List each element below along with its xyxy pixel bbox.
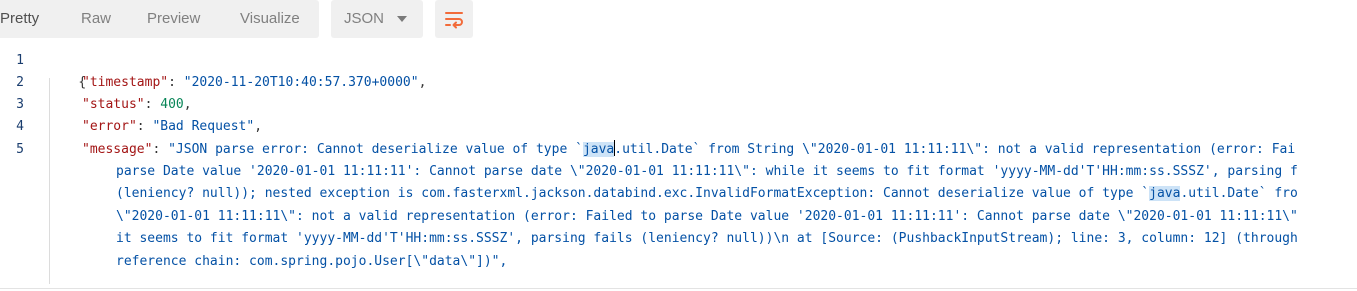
line-number: 4 [16,119,24,134]
format-select-value: JSON [344,10,385,27]
code-line-2: "timestamp": "2020-11-20T10:40:57.370+00… [82,75,427,90]
json-key: "timestamp" [82,75,169,90]
json-key: "message" [82,142,153,157]
json-string-value: .util.Date` from String \"2020-01-01 11:… [614,142,1296,157]
line-number: 3 [16,97,24,112]
code-line-5-wrap: (leniency? null)); nested exception is c… [116,183,1298,205]
code-line-3: "status": 400, [82,97,192,112]
selected-text[interactable]: java [582,142,615,157]
tab-pretty[interactable]: Pretty [0,10,39,27]
view-mode-tabs: Pretty Raw Preview Visualize [0,0,319,38]
code-line-5-wrap: it seems to fit format 'yyyy-MM-dd'T'HH:… [116,231,1298,246]
tab-raw[interactable]: Raw [81,10,111,27]
wrap-lines-button[interactable] [435,0,473,38]
code-line-5-wrap: parse Date value '2020-01-01 11:11:11': … [116,164,1298,179]
wrap-lines-icon [445,12,463,29]
tab-preview[interactable]: Preview [147,10,200,27]
response-body-editor[interactable]: 1 2 3 4 5 { "timestamp": "2020-11-20T10:… [0,50,1357,284]
code-line-5: "message": "JSON parse error: Cannot des… [82,140,1296,157]
json-key: "error" [82,119,137,134]
json-string-value: "2020-11-20T10:40:57.370+0000" [183,75,419,90]
line-number: 5 [16,142,24,157]
highlighted-match: java [1149,186,1181,201]
json-string-value: (leniency? null)); nested exception is c… [116,186,1150,201]
json-string-value: "Bad Request" [152,119,255,134]
json-string-value: "JSON parse error: Cannot deserialize va… [168,142,583,157]
code-line-5-wrap: \"2020-01-01 11:11:11\": not a valid rep… [116,209,1298,224]
json-string-value: .util.Date` fro [1180,186,1298,201]
code-line-1: { [47,50,86,116]
json-number-value: 400 [160,97,184,112]
line-number: 1 [16,53,24,68]
divider [0,288,1357,289]
format-select[interactable]: JSON [331,0,423,38]
tab-visualize[interactable]: Visualize [240,10,300,27]
code-line-5-wrap: reference chain: com.spring.pojo.User[\"… [116,254,508,269]
line-number: 2 [16,75,24,90]
code-line-4: "error": "Bad Request", [82,119,263,134]
response-toolbar: Pretty Raw Preview Visualize JSON [0,0,1357,40]
json-key: "status" [82,97,145,112]
chevron-down-icon [397,16,407,22]
